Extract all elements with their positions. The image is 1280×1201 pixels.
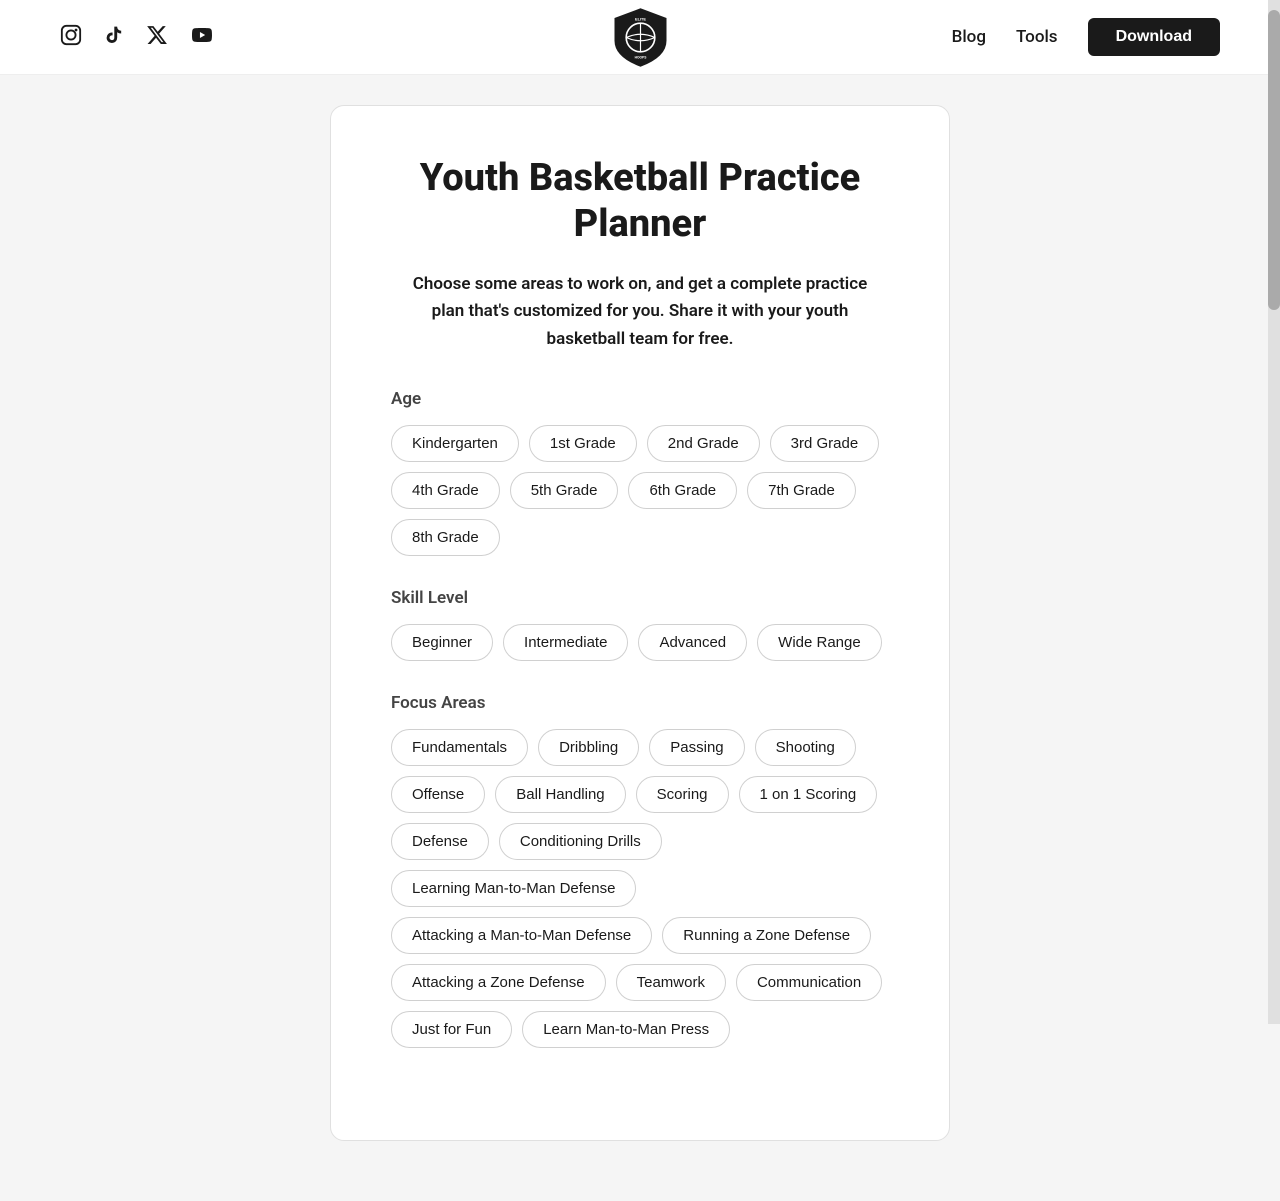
skill-level-tag[interactable]: Wide Range bbox=[757, 624, 882, 661]
age-tag[interactable]: 1st Grade bbox=[529, 425, 637, 462]
focus-area-tags: Fundamentals Dribbling Passing Shooting Offe… bbox=[391, 729, 889, 1048]
age-tags: Kindergarten 1st Grade 2nd Grade 3rd Grade 4… bbox=[391, 425, 889, 556]
focus-areas-label: Focus Areas bbox=[391, 693, 889, 713]
focus-area-tag[interactable]: Passing bbox=[649, 729, 744, 766]
age-tag[interactable]: 6th Grade bbox=[628, 472, 737, 509]
age-tag[interactable]: 3rd Grade bbox=[770, 425, 880, 462]
focus-area-tag[interactable]: 1 on 1 Scoring bbox=[739, 776, 878, 813]
page-title: Youth Basketball PracticePlanner bbox=[391, 156, 889, 247]
focus-area-tag[interactable]: Shooting bbox=[755, 729, 856, 766]
age-tag[interactable]: 2nd Grade bbox=[647, 425, 760, 462]
focus-area-tag[interactable]: Teamwork bbox=[616, 964, 726, 1001]
planner-card: Youth Basketball PracticePlanner Choose … bbox=[330, 105, 950, 1141]
age-tag[interactable]: 4th Grade bbox=[391, 472, 500, 509]
blog-link[interactable]: Blog bbox=[952, 27, 986, 47]
twitter-icon[interactable] bbox=[146, 24, 168, 51]
focus-area-tag[interactable]: Conditioning Drills bbox=[499, 823, 662, 860]
skill-level-label: Skill Level bbox=[391, 588, 889, 608]
instagram-icon[interactable] bbox=[60, 24, 82, 51]
main-content: Youth Basketball PracticePlanner Choose … bbox=[0, 75, 1280, 1201]
focus-areas-section: Focus Areas Fundamentals Dribbling Passing… bbox=[391, 693, 889, 1048]
age-tag[interactable]: Kindergarten bbox=[391, 425, 519, 462]
focus-area-tag[interactable]: Attacking a Man-to-Man Defense bbox=[391, 917, 652, 954]
skill-level-tag[interactable]: Intermediate bbox=[503, 624, 628, 661]
focus-area-tag[interactable]: Dribbling bbox=[538, 729, 639, 766]
focus-area-tag[interactable]: Learn Man-to-Man Press bbox=[522, 1011, 730, 1048]
skill-level-tag[interactable]: Advanced bbox=[638, 624, 747, 661]
focus-area-tag[interactable]: Just for Fun bbox=[391, 1011, 512, 1048]
age-section: Age Kindergarten 1st Grade 2nd Grade 3rd Gr… bbox=[391, 389, 889, 556]
focus-area-tag[interactable]: Running a Zone Defense bbox=[662, 917, 871, 954]
social-nav bbox=[60, 24, 214, 51]
focus-area-tag[interactable]: Communication bbox=[736, 964, 882, 1001]
age-tag[interactable]: 5th Grade bbox=[510, 472, 619, 509]
focus-area-tag[interactable]: Scoring bbox=[636, 776, 729, 813]
skill-level-tag[interactable]: Beginner bbox=[391, 624, 493, 661]
download-button[interactable]: Download bbox=[1088, 18, 1220, 56]
focus-area-tag[interactable]: Learning Man-to-Man Defense bbox=[391, 870, 636, 907]
youtube-icon[interactable] bbox=[190, 25, 214, 50]
focus-area-tag[interactable]: Fundamentals bbox=[391, 729, 528, 766]
skill-level-tags: Beginner Intermediate Advanced Wide Range bbox=[391, 624, 889, 661]
focus-area-tag[interactable]: Defense bbox=[391, 823, 489, 860]
focus-area-tag[interactable]: Ball Handling bbox=[495, 776, 625, 813]
focus-area-tag[interactable]: Attacking a Zone Defense bbox=[391, 964, 606, 1001]
skill-level-section: Skill Level Beginner Intermediate Advanced… bbox=[391, 588, 889, 661]
age-label: Age bbox=[391, 389, 889, 409]
age-tag[interactable]: 8th Grade bbox=[391, 519, 500, 556]
logo-container[interactable]: ELITE HOOPS bbox=[605, 2, 675, 72]
tiktok-icon[interactable] bbox=[104, 24, 124, 51]
svg-text:HOOPS: HOOPS bbox=[634, 55, 647, 59]
nav-header: ELITE HOOPS Blog Tools Download bbox=[0, 0, 1280, 75]
age-tag[interactable]: 7th Grade bbox=[747, 472, 856, 509]
tools-link[interactable]: Tools bbox=[1016, 27, 1058, 47]
main-nav: Blog Tools Download bbox=[952, 18, 1220, 56]
focus-area-tag[interactable]: Offense bbox=[391, 776, 485, 813]
svg-text:ELITE: ELITE bbox=[634, 16, 645, 21]
page-description: Choose some areas to work on, and get a … bbox=[391, 271, 889, 353]
